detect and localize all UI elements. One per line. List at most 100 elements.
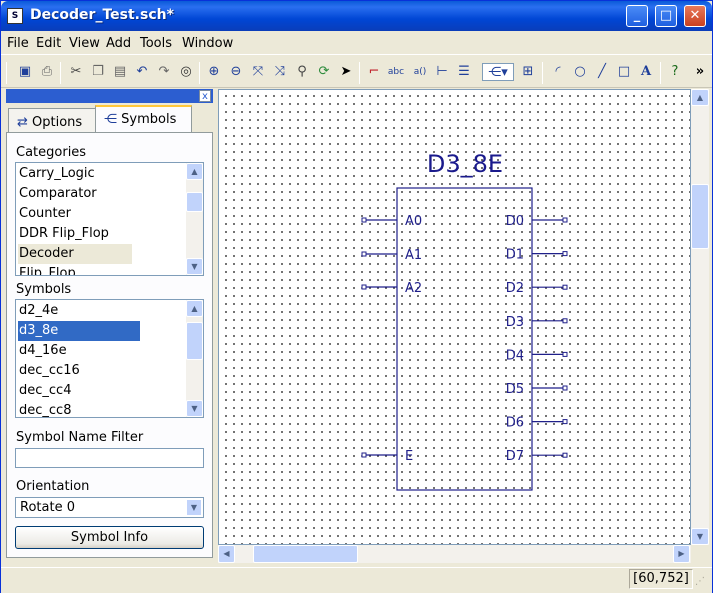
- add-symbol-icon[interactable]: ⋲▾: [482, 63, 514, 81]
- list-item[interactable]: Flip_Flop: [18, 264, 138, 275]
- menu-add[interactable]: Add: [106, 36, 131, 51]
- canvas-vertical-scrollbar[interactable]: ▲ ▼: [691, 89, 709, 545]
- scroll-down-button[interactable]: ▼: [691, 528, 709, 545]
- cut-icon[interactable]: ✂: [67, 63, 85, 81]
- title-bar[interactable]: S Decoder_Test.sch* _ □ ✕: [1, 1, 712, 31]
- list-item[interactable]: Counter: [18, 204, 138, 224]
- tab-symbols[interactable]: ⋲ Symbols: [95, 105, 192, 133]
- pin-terminal[interactable]: [562, 419, 568, 425]
- pin-terminal[interactable]: [562, 217, 568, 223]
- zoom-in-icon[interactable]: ⊕: [205, 63, 223, 81]
- zoom-out-icon[interactable]: ⊖: [227, 63, 245, 81]
- select-arrow-icon[interactable]: ➤: [337, 63, 355, 81]
- pin-terminal[interactable]: [562, 385, 568, 391]
- scroll-thumb[interactable]: [253, 545, 358, 563]
- categories-list[interactable]: Carry_Logic Comparator Counter DDR Flip_…: [15, 162, 204, 276]
- list-item[interactable]: Comparator: [18, 184, 138, 204]
- add-io-marker-icon[interactable]: a(): [411, 63, 429, 81]
- add-line-icon[interactable]: ╱: [593, 63, 611, 81]
- copy-icon[interactable]: ❐: [89, 63, 107, 81]
- symbols-scrollbar[interactable]: ▲ ▼: [186, 300, 203, 417]
- list-item-selected[interactable]: Decoder: [18, 244, 132, 264]
- pin-terminal[interactable]: [562, 318, 568, 324]
- pin-terminal[interactable]: [562, 284, 568, 290]
- add-circle-icon[interactable]: ○: [571, 63, 589, 81]
- dropdown-button[interactable]: ▼: [186, 499, 202, 516]
- zoom-fit-icon[interactable]: ⤨: [271, 63, 289, 81]
- minimize-button[interactable]: _: [626, 5, 648, 27]
- resize-grip-icon[interactable]: ⋰: [695, 576, 709, 590]
- panel-close-button[interactable]: x: [199, 90, 211, 102]
- list-item[interactable]: dec_cc16: [18, 361, 138, 381]
- list-item[interactable]: dec_cc8: [18, 401, 138, 417]
- canvas-horizontal-scrollbar[interactable]: ◀ ▶: [218, 545, 691, 563]
- list-item-selected[interactable]: d3_8e: [18, 321, 140, 341]
- tab-options[interactable]: ⇄ Options: [8, 108, 96, 133]
- scroll-up-button[interactable]: ▲: [186, 163, 203, 180]
- scroll-corner: [691, 545, 709, 563]
- zoom-select-icon[interactable]: ⚲: [293, 63, 311, 81]
- paste-icon[interactable]: ▤: [111, 63, 129, 81]
- print-icon[interactable]: ⎙: [38, 63, 56, 81]
- schematic-canvas[interactable]: D3_8E A0 A1 A2 E D0 D1 D2 D3 D4 D5 D6 D7: [218, 89, 691, 545]
- refresh-icon[interactable]: ⟳: [315, 63, 333, 81]
- add-rectangle-icon[interactable]: □: [615, 63, 633, 81]
- scroll-thumb[interactable]: [186, 192, 203, 212]
- list-item[interactable]: dec_cc4: [18, 381, 138, 401]
- pin-terminal[interactable]: [361, 217, 367, 223]
- add-instance-name-icon[interactable]: ⊞: [519, 63, 537, 81]
- save-icon[interactable]: ▣: [16, 63, 34, 81]
- output-pin-label: D6: [506, 416, 524, 431]
- menu-view[interactable]: View: [69, 36, 100, 51]
- add-bus-icon[interactable]: ☰: [455, 63, 473, 81]
- symbol-body[interactable]: [396, 187, 533, 491]
- menu-edit[interactable]: Edit: [36, 36, 61, 51]
- pin-terminal[interactable]: [562, 351, 568, 357]
- menu-file[interactable]: File: [7, 36, 29, 51]
- menu-window[interactable]: Window: [182, 36, 233, 51]
- scroll-down-button[interactable]: ▼: [186, 258, 203, 275]
- canvas-grid[interactable]: D3_8E A0 A1 A2 E D0 D1 D2 D3 D4 D5 D6 D7: [219, 90, 691, 545]
- scroll-thumb[interactable]: [186, 322, 203, 360]
- toolbar-overflow-button[interactable]: »: [691, 63, 709, 81]
- help-icon[interactable]: ?: [666, 63, 684, 81]
- scroll-up-button[interactable]: ▲: [186, 300, 203, 317]
- symbols-list[interactable]: d2_4e d3_8e d4_16e dec_cc16 dec_cc4 dec_…: [15, 299, 204, 418]
- scroll-right-button[interactable]: ▶: [673, 545, 690, 563]
- scroll-thumb[interactable]: [691, 184, 709, 249]
- list-item[interactable]: Carry_Logic: [18, 164, 138, 184]
- categories-scrollbar[interactable]: ▲ ▼: [186, 163, 203, 275]
- redo-icon[interactable]: ↷: [155, 63, 173, 81]
- menu-tools[interactable]: Tools: [140, 36, 172, 51]
- close-button[interactable]: ✕: [684, 5, 706, 27]
- pin-terminal[interactable]: [361, 251, 367, 257]
- add-wire-icon[interactable]: ⌐: [365, 63, 383, 81]
- scroll-down-button[interactable]: ▼: [186, 400, 203, 417]
- pin-terminal[interactable]: [562, 452, 568, 458]
- find-icon[interactable]: ◎: [177, 63, 195, 81]
- pin-terminal[interactable]: [361, 284, 367, 290]
- categories-label: Categories: [16, 145, 87, 160]
- list-item[interactable]: d4_16e: [18, 341, 138, 361]
- schematic-drawing[interactable]: D3_8E A0 A1 A2 E D0 D1 D2 D3 D4 D5 D6 D7: [219, 90, 691, 545]
- zoom-full-icon[interactable]: ⤧: [249, 63, 267, 81]
- maximize-button[interactable]: □: [655, 5, 677, 27]
- toolbar-separator: [359, 62, 360, 84]
- undo-icon[interactable]: ↶: [133, 63, 151, 81]
- add-arc-icon[interactable]: ◜: [549, 63, 567, 81]
- symbol-name-filter-input[interactable]: [15, 448, 204, 468]
- scroll-up-button[interactable]: ▲: [691, 89, 709, 106]
- orientation-select[interactable]: Rotate 0 ▼: [15, 497, 204, 518]
- add-net-name-icon[interactable]: abc: [387, 63, 405, 81]
- schematic-doc-icon[interactable]: S: [7, 8, 23, 24]
- list-item[interactable]: DDR Flip_Flop: [18, 224, 138, 244]
- scroll-left-button[interactable]: ◀: [218, 545, 235, 563]
- orientation-label: Orientation: [16, 479, 90, 494]
- pin-terminal[interactable]: [562, 251, 568, 257]
- input-pin-label: A1: [405, 248, 422, 263]
- pin-terminal[interactable]: [361, 452, 367, 458]
- add-bus-tap-icon[interactable]: ⊢: [433, 63, 451, 81]
- list-item[interactable]: d2_4e: [18, 301, 138, 321]
- symbol-info-button[interactable]: Symbol Info: [15, 526, 204, 549]
- add-text-icon[interactable]: A: [637, 63, 655, 81]
